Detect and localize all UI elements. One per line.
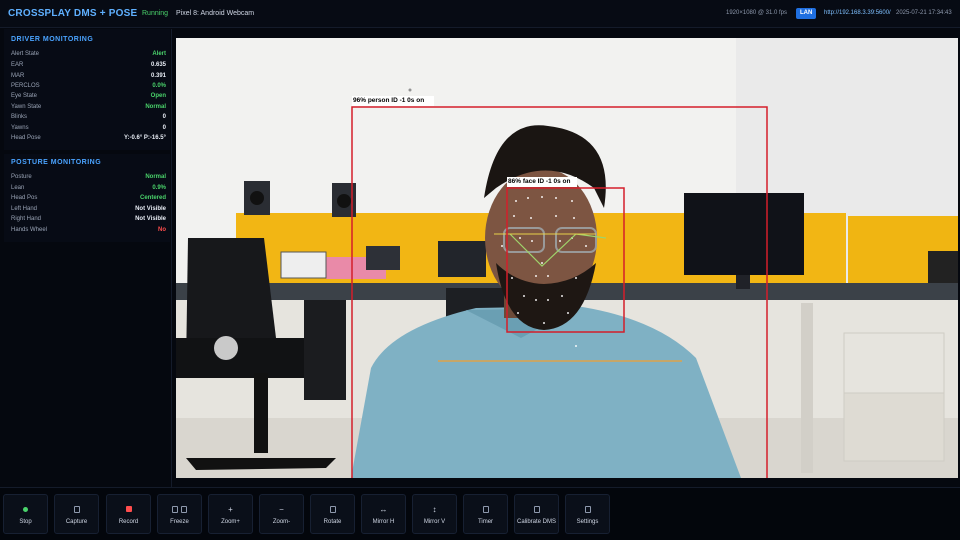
- metric-row: Head Pos Centered: [11, 195, 166, 205]
- calibrate-dms-label: Calibrate DMS: [516, 519, 556, 525]
- metric-label: Alert State: [11, 51, 40, 57]
- metric-label: Eye State: [11, 93, 38, 99]
- metric-row: Blinks 0: [11, 114, 166, 124]
- status-indicator: Running: [142, 10, 169, 17]
- metric-value: 0: [162, 125, 166, 131]
- camera-icon: [73, 506, 80, 513]
- settings-icon: [584, 506, 591, 513]
- settings-button[interactable]: Settings: [565, 494, 610, 534]
- metric-value: Normal: [145, 104, 166, 110]
- metric-row: EAR 0.635: [11, 62, 166, 72]
- metric-row: Hands Wheel No: [11, 227, 166, 237]
- metric-row: Head Pose Y:-0.6° P:-16.5°: [11, 135, 166, 145]
- metric-label: PERCLOS: [11, 83, 40, 89]
- metric-value: 0: [162, 114, 166, 120]
- record-button[interactable]: Record: [106, 494, 151, 534]
- record-icon: [125, 506, 132, 512]
- metric-value: 0.391: [150, 73, 166, 79]
- metric-value: Not Visible: [135, 206, 166, 212]
- freeze-icon: [158, 506, 201, 515]
- metric-value: No: [158, 227, 166, 233]
- zoom-in-label: Zoom+: [221, 519, 240, 525]
- metric-label: Posture: [11, 174, 32, 180]
- mirror-v-icon: ↕: [432, 505, 437, 514]
- timer-label: Timer: [477, 519, 494, 525]
- rotate-icon: [329, 506, 336, 513]
- metric-row: Alert State Alert: [11, 51, 166, 61]
- metric-label: Lean: [11, 185, 25, 191]
- metric-label: Left Hand: [11, 206, 38, 212]
- sidebar: DRIVER MONITORING Alert State Alert EAR 0.…: [0, 29, 172, 487]
- settings-label: Settings: [576, 519, 599, 525]
- metric-row: Right Hand Not Visible: [11, 216, 166, 226]
- mirror-h-icon: ↔: [379, 505, 388, 514]
- capture-button[interactable]: Capture: [54, 494, 99, 534]
- app-title: CROSSPLAY DMS + POSE: [8, 8, 138, 19]
- metric-value: Alert: [152, 51, 166, 57]
- camera-source: Pixel 8: Android Webcam: [176, 10, 255, 17]
- stop-icon: [23, 507, 28, 512]
- metric-row: Eye State Open: [11, 93, 166, 103]
- zoom-in-icon: +: [228, 505, 233, 514]
- metric-value: 0.635: [150, 62, 166, 68]
- freeze-button[interactable]: Freeze: [157, 494, 202, 534]
- calibrate-dms-button[interactable]: Calibrate DMS: [514, 494, 559, 534]
- resolution-fps: 1920×1080 @ 31.0 fps: [726, 10, 787, 16]
- metric-value: Normal: [145, 174, 166, 180]
- rotate-button[interactable]: Rotate: [310, 494, 355, 534]
- face-detection-label: 86% face ID -1 0s on: [508, 178, 571, 185]
- metric-label: Yawns: [11, 125, 29, 131]
- metric-row: Left Hand Not Visible: [11, 206, 166, 216]
- driver-monitoring-panel: DRIVER MONITORING Alert State Alert EAR 0.…: [4, 29, 170, 150]
- freeze-label: Freeze: [170, 519, 189, 525]
- zoom-out-button[interactable]: − Zoom-: [259, 494, 304, 534]
- metric-label: Yawn State: [11, 104, 42, 110]
- zoom-out-label: Zoom-: [272, 519, 291, 525]
- metric-label: MAR: [11, 73, 25, 79]
- metric-label: Blinks: [11, 114, 28, 120]
- record-label: Record: [118, 519, 139, 525]
- metric-row: Posture Normal: [11, 174, 166, 184]
- metric-label: Right Hand: [11, 216, 42, 222]
- metric-value: Not Visible: [135, 216, 166, 222]
- metric-value: Y:-0.6° P:-16.5°: [123, 135, 166, 141]
- posture-monitoring-title: POSTURE MONITORING: [11, 159, 102, 166]
- datetime: 2025-07-21 17:34:43: [896, 10, 952, 16]
- metric-label: Head Pose: [11, 135, 41, 141]
- top-bar: CROSSPLAY DMS + POSE Running Pixel 8: An…: [0, 0, 960, 28]
- metric-row: MAR 0.391: [11, 73, 166, 83]
- mirror-v-label: Mirror V: [423, 519, 446, 525]
- lan-badge: LAN: [796, 8, 817, 19]
- calibrate-icon: [533, 506, 540, 513]
- stop-button[interactable]: Stop: [3, 494, 48, 534]
- metric-row: Lean 0.9%: [11, 185, 166, 195]
- rotate-label: Rotate: [323, 519, 342, 525]
- stream-url-link[interactable]: http://192.168.3.39:5600/: [824, 10, 891, 16]
- timer-icon: [482, 506, 489, 513]
- posture-monitoring-panel: POSTURE MONITORING Posture Normal Lean 0.9…: [4, 154, 170, 242]
- metric-row: Yawns 0: [11, 125, 166, 135]
- zoom-out-icon: −: [279, 505, 284, 514]
- metric-label: EAR: [11, 62, 24, 68]
- stop-label: Stop: [19, 519, 32, 525]
- metric-label: Hands Wheel: [11, 227, 48, 233]
- mirror-h-label: Mirror H: [372, 519, 395, 525]
- control-toolbar: Stop Capture Record Freeze + Zoom+ − Zoo…: [0, 487, 960, 540]
- mirror-h-button[interactable]: ↔ Mirror H: [361, 494, 406, 534]
- metric-row: Yawn State Normal: [11, 104, 166, 114]
- timer-button[interactable]: Timer: [463, 494, 508, 534]
- camera-scene: [176, 38, 958, 478]
- person-detection-label: 96% person ID -1 0s on: [353, 97, 425, 104]
- metric-value: Centered: [139, 195, 166, 201]
- metric-value: Open: [150, 93, 166, 99]
- metric-value: 0.9%: [152, 185, 166, 191]
- driver-monitoring-title: DRIVER MONITORING: [11, 36, 94, 43]
- capture-label: Capture: [65, 519, 88, 525]
- metric-row: PERCLOS 0.0%: [11, 83, 166, 93]
- metric-value: 0.0%: [152, 83, 166, 89]
- camera-feed[interactable]: 96% person ID -1 0s on 86% face ID -1 0s…: [176, 38, 958, 478]
- zoom-in-button[interactable]: + Zoom+: [208, 494, 253, 534]
- mirror-v-button[interactable]: ↕ Mirror V: [412, 494, 457, 534]
- metric-label: Head Pos: [11, 195, 38, 201]
